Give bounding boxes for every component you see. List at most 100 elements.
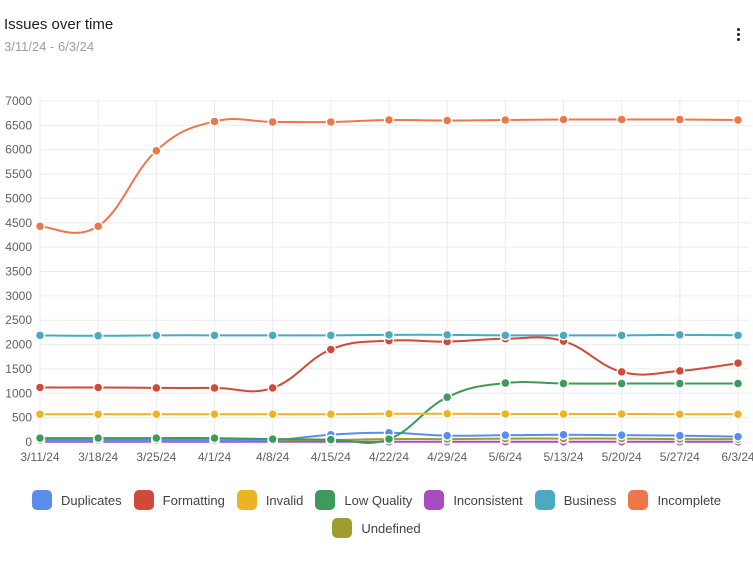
data-point-formatting[interactable] (267, 382, 278, 394)
y-tick-label: 4000 (5, 240, 32, 254)
data-point-formatting[interactable] (732, 357, 744, 369)
data-point-duplicates[interactable] (441, 430, 453, 441)
data-point-incomplete[interactable] (34, 220, 46, 232)
x-tick-label: 5/13/24 (543, 450, 583, 464)
data-point-low-quality[interactable] (616, 378, 627, 389)
legend-label: Inconsistent (453, 492, 523, 508)
data-point-business[interactable] (267, 330, 278, 341)
legend-item-duplicates[interactable]: Duplicates (31, 490, 122, 510)
data-point-invalid[interactable] (674, 408, 686, 420)
legend-item-low-quality[interactable]: Low Quality (315, 490, 412, 510)
x-tick-label: 4/29/24 (427, 450, 467, 464)
y-tick-label: 2000 (5, 338, 32, 352)
data-point-low-quality[interactable] (732, 378, 744, 389)
data-point-duplicates[interactable] (558, 429, 569, 440)
data-point-low-quality[interactable] (267, 433, 278, 445)
data-point-business[interactable] (92, 330, 104, 342)
data-point-incomplete[interactable] (151, 145, 162, 156)
data-point-low-quality[interactable] (209, 432, 220, 444)
data-point-incomplete[interactable] (674, 114, 686, 125)
data-point-incomplete[interactable] (209, 116, 220, 127)
y-tick-label: 6500 (5, 118, 32, 132)
data-point-low-quality[interactable] (92, 432, 104, 444)
legend-label: Business (563, 492, 617, 508)
legend-swatch (133, 490, 154, 510)
data-point-low-quality[interactable] (383, 433, 395, 445)
data-point-incomplete[interactable] (441, 115, 453, 126)
x-tick-label: 4/1/24 (198, 450, 232, 464)
data-point-business[interactable] (34, 330, 46, 341)
legend-item-formatting[interactable]: Formatting (133, 490, 225, 510)
data-point-formatting[interactable] (674, 365, 686, 377)
data-point-low-quality[interactable] (674, 378, 686, 389)
data-point-invalid[interactable] (732, 408, 744, 420)
data-point-incomplete[interactable] (732, 114, 744, 126)
data-point-business[interactable] (151, 330, 162, 341)
y-tick-label: 1000 (5, 386, 32, 400)
data-point-business[interactable] (616, 330, 627, 341)
data-point-invalid[interactable] (441, 408, 453, 419)
y-tick-label: 3000 (5, 289, 32, 303)
data-point-duplicates[interactable] (500, 429, 511, 441)
data-point-low-quality[interactable] (500, 377, 511, 389)
legend-item-incomplete[interactable]: Incomplete (628, 490, 721, 510)
data-point-formatting[interactable] (325, 344, 337, 355)
legend-label: Formatting (162, 492, 225, 508)
legend-label: Undefined (361, 520, 421, 536)
data-point-invalid[interactable] (34, 408, 46, 420)
x-tick-label: 4/8/24 (256, 450, 290, 464)
data-point-incomplete[interactable] (383, 114, 395, 126)
x-tick-label: 3/11/24 (20, 450, 59, 464)
data-point-duplicates[interactable] (616, 429, 627, 441)
y-tick-label: 1500 (5, 362, 32, 376)
data-point-low-quality[interactable] (441, 391, 453, 403)
x-axis: 3/11/24 3/18/24 3/25/24 4/1/24 4/8/24 4/15/24… (20, 450, 753, 464)
y-tick-label: 6000 (5, 143, 32, 157)
legend-row: Duplicates Formatting Invalid Low Quality In… (0, 490, 753, 510)
data-point-incomplete[interactable] (92, 220, 104, 232)
data-point-incomplete[interactable] (558, 114, 569, 125)
data-point-low-quality[interactable] (34, 432, 46, 444)
data-point-formatting[interactable] (92, 382, 104, 393)
legend-item-undefined[interactable]: Undefined (332, 518, 421, 538)
data-point-invalid[interactable] (383, 408, 395, 419)
data-point-business[interactable] (674, 329, 686, 341)
data-point-incomplete[interactable] (325, 116, 337, 128)
data-point-invalid[interactable] (558, 408, 569, 420)
legend-label: Incomplete (657, 492, 722, 508)
x-tick-label: 6/3/24 (721, 450, 753, 464)
data-point-business[interactable] (500, 330, 511, 341)
data-point-formatting[interactable] (34, 382, 46, 393)
data-point-business[interactable] (325, 330, 337, 341)
data-point-duplicates[interactable] (732, 431, 744, 442)
data-point-invalid[interactable] (92, 408, 104, 420)
data-point-incomplete[interactable] (500, 114, 511, 126)
data-point-business[interactable] (383, 329, 395, 341)
data-point-incomplete[interactable] (267, 116, 278, 128)
data-point-invalid[interactable] (325, 408, 337, 420)
data-point-business[interactable] (441, 329, 453, 341)
data-point-business[interactable] (209, 330, 220, 341)
legend-row: Undefined (0, 518, 753, 538)
legend-item-inconsistent[interactable]: Inconsistent (424, 490, 523, 510)
line-chart: 0 500 1000 1500 2000 2500 3000 3500 4000 4500 5000… (5, 94, 753, 464)
data-point-invalid[interactable] (267, 408, 278, 420)
data-point-business[interactable] (732, 330, 744, 341)
data-point-invalid[interactable] (500, 408, 511, 420)
data-point-low-quality[interactable] (558, 378, 569, 389)
data-point-business[interactable] (558, 330, 569, 341)
data-point-formatting[interactable] (151, 382, 162, 394)
legend-item-business[interactable]: Business (534, 490, 617, 510)
data-point-formatting[interactable] (209, 382, 220, 394)
data-point-low-quality[interactable] (325, 434, 337, 445)
legend-label: Low Quality (344, 492, 413, 508)
legend: Duplicates Formatting Invalid Low Quality In… (0, 490, 753, 546)
data-point-invalid[interactable] (616, 408, 627, 420)
data-point-formatting[interactable] (616, 366, 627, 378)
data-point-duplicates[interactable] (674, 430, 686, 441)
data-point-low-quality[interactable] (151, 432, 162, 444)
data-point-incomplete[interactable] (616, 114, 627, 125)
data-point-invalid[interactable] (151, 408, 162, 420)
legend-item-invalid[interactable]: Invalid (236, 490, 303, 510)
data-point-invalid[interactable] (209, 408, 220, 420)
